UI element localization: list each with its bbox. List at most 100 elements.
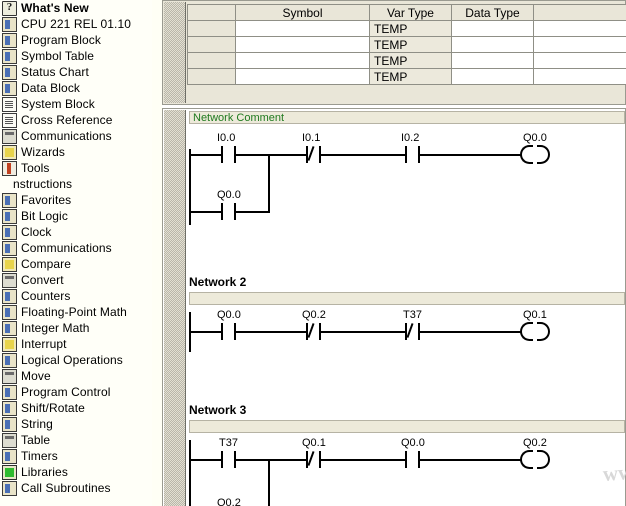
sidebar-item-table[interactable]: Table — [0, 432, 152, 448]
sidebar-item-cpu[interactable]: CPU 221 REL 01.10 — [0, 16, 152, 32]
sidebar-item-shift-rotate[interactable]: Shift/Rotate — [0, 400, 152, 416]
network-comment-2[interactable] — [189, 292, 625, 305]
sidebar-item-label: Compare — [21, 256, 71, 272]
coil-label: Q0.1 — [523, 309, 547, 321]
table-row[interactable]: TEMP — [188, 69, 626, 85]
row-index-cell[interactable] — [188, 37, 236, 53]
sidebar-item-label: Program Control — [21, 384, 111, 400]
power-rail-left-3 — [189, 440, 191, 506]
table-row[interactable]: TEMP — [188, 53, 626, 69]
sidebar-item-timers[interactable]: Timers — [0, 448, 152, 464]
program-block-icon — [2, 33, 17, 48]
sidebar-item-favorites[interactable]: Favorites — [0, 192, 152, 208]
row-index-cell[interactable] — [188, 53, 236, 69]
sidebar-item-string[interactable]: String — [0, 416, 152, 432]
rung-wire — [418, 154, 522, 156]
sidebar-item-clock[interactable]: Clock — [0, 224, 152, 240]
sidebar-item-program-control[interactable]: Program Control — [0, 384, 152, 400]
sidebar-item-label: Libraries — [21, 464, 68, 480]
sidebar-item-label: CPU 221 REL 01.10 — [21, 16, 131, 32]
sidebar-item-integer-math[interactable]: Integer Math — [0, 320, 152, 336]
coil-Q0.2[interactable] — [520, 450, 550, 469]
cell-var-type[interactable]: TEMP — [370, 69, 452, 85]
sidebar-item-tools[interactable]: Tools — [0, 160, 152, 176]
variable-table[interactable]: Symbol Var Type Data Type TEMP — [187, 4, 626, 85]
sidebar-item-libraries[interactable]: Libraries — [0, 464, 152, 480]
cell-symbol[interactable] — [236, 69, 370, 85]
col-header-symbol[interactable]: Symbol — [236, 5, 370, 21]
coil-Q0.0[interactable] — [520, 145, 550, 164]
sidebar-item-logical-operations[interactable]: Logical Operations — [0, 352, 152, 368]
counters-icon — [2, 289, 17, 304]
col-header-var-type[interactable]: Var Type — [370, 5, 452, 21]
sidebar-item-whats-new[interactable]: What's New — [0, 0, 152, 16]
contact-label: T37 — [403, 309, 422, 321]
convert-icon — [2, 273, 17, 288]
col-header-extra[interactable] — [534, 5, 626, 21]
table-row[interactable]: TEMP — [188, 21, 626, 37]
row-index-cell[interactable] — [188, 21, 236, 37]
network-comment-3[interactable] — [189, 420, 625, 433]
sidebar-item-wizards[interactable]: Wizards — [0, 144, 152, 160]
cell-symbol[interactable] — [236, 21, 370, 37]
network-comment-1[interactable]: Network Comment — [189, 111, 625, 124]
col-header-index[interactable] — [188, 5, 236, 21]
cell-data-type[interactable] — [452, 21, 534, 37]
cell-data-type[interactable] — [452, 37, 534, 53]
coil-left-arc — [520, 145, 533, 164]
sidebar-item-communications[interactable]: Communications — [0, 128, 152, 144]
shift-rotate-icon — [2, 401, 17, 416]
navigation-tree-sidebar[interactable]: What's New CPU 221 REL 01.10 Program Blo… — [0, 0, 152, 506]
cell-symbol[interactable] — [236, 53, 370, 69]
sidebar-item-program-block[interactable]: Program Block — [0, 32, 152, 48]
table-row[interactable]: TEMP — [188, 37, 626, 53]
sidebar-item-counters[interactable]: Counters — [0, 288, 152, 304]
cell-extra[interactable] — [534, 69, 626, 85]
sidebar-item-move[interactable]: Move — [0, 368, 152, 384]
sidebar-item-label: Symbol Table — [21, 48, 94, 64]
cell-extra[interactable] — [534, 53, 626, 69]
cell-var-type[interactable]: TEMP — [370, 37, 452, 53]
sidebar-item-label: Shift/Rotate — [21, 400, 85, 416]
rung-wire — [189, 331, 221, 333]
coil-Q0.1[interactable] — [520, 322, 550, 341]
cell-var-type[interactable]: TEMP — [370, 53, 452, 69]
pane-splitter[interactable] — [152, 0, 162, 506]
col-header-data-type[interactable]: Data Type — [452, 5, 534, 21]
sidebar-item-compare[interactable]: Compare — [0, 256, 152, 272]
contact-negate-slash — [307, 451, 314, 466]
sidebar-item-floating-point-math[interactable]: Floating-Point Math — [0, 304, 152, 320]
sidebar-item-communications-instr[interactable]: Communications — [0, 240, 152, 256]
row-index-cell[interactable] — [188, 69, 236, 85]
cell-data-type[interactable] — [452, 69, 534, 85]
network-title-3: Network 3 — [189, 403, 246, 417]
help-question-icon — [2, 1, 17, 16]
cell-data-type[interactable] — [452, 53, 534, 69]
cpu-icon — [2, 17, 17, 32]
ladder-editor-panel[interactable]: Network Comment I0.0 I0.1 — [162, 108, 626, 506]
sidebar-item-call-subroutines[interactable]: Call Subroutines — [0, 480, 152, 496]
sidebar-item-system-block[interactable]: System Block — [0, 96, 152, 112]
cell-extra[interactable] — [534, 21, 626, 37]
cross-reference-icon — [2, 113, 17, 128]
sidebar-item-interrupt[interactable]: Interrupt — [0, 336, 152, 352]
rung-wire — [418, 459, 522, 461]
sidebar-item-label: Clock — [21, 224, 52, 240]
variable-table-panel[interactable]: Symbol Var Type Data Type TEMP — [162, 0, 626, 105]
rung-wire — [234, 331, 308, 333]
ladder-canvas[interactable]: Network Comment I0.0 I0.1 — [187, 109, 625, 506]
sidebar-item-symbol-table[interactable]: Symbol Table — [0, 48, 152, 64]
sidebar-item-convert[interactable]: Convert — [0, 272, 152, 288]
sidebar-item-status-chart[interactable]: Status Chart — [0, 64, 152, 80]
sidebar-item-bit-logic[interactable]: Bit Logic — [0, 208, 152, 224]
cell-extra[interactable] — [534, 37, 626, 53]
branch-vertical-wire — [268, 459, 270, 506]
sidebar-item-cross-reference[interactable]: Cross Reference — [0, 112, 152, 128]
sidebar-item-label: Wizards — [21, 144, 65, 160]
sidebar-item-data-block[interactable]: Data Block — [0, 80, 152, 96]
cell-symbol[interactable] — [236, 37, 370, 53]
contact-bar-left — [221, 146, 223, 163]
branch-wire — [234, 211, 270, 213]
cell-var-type[interactable]: TEMP — [370, 21, 452, 37]
sidebar-item-label: Program Block — [21, 32, 101, 48]
